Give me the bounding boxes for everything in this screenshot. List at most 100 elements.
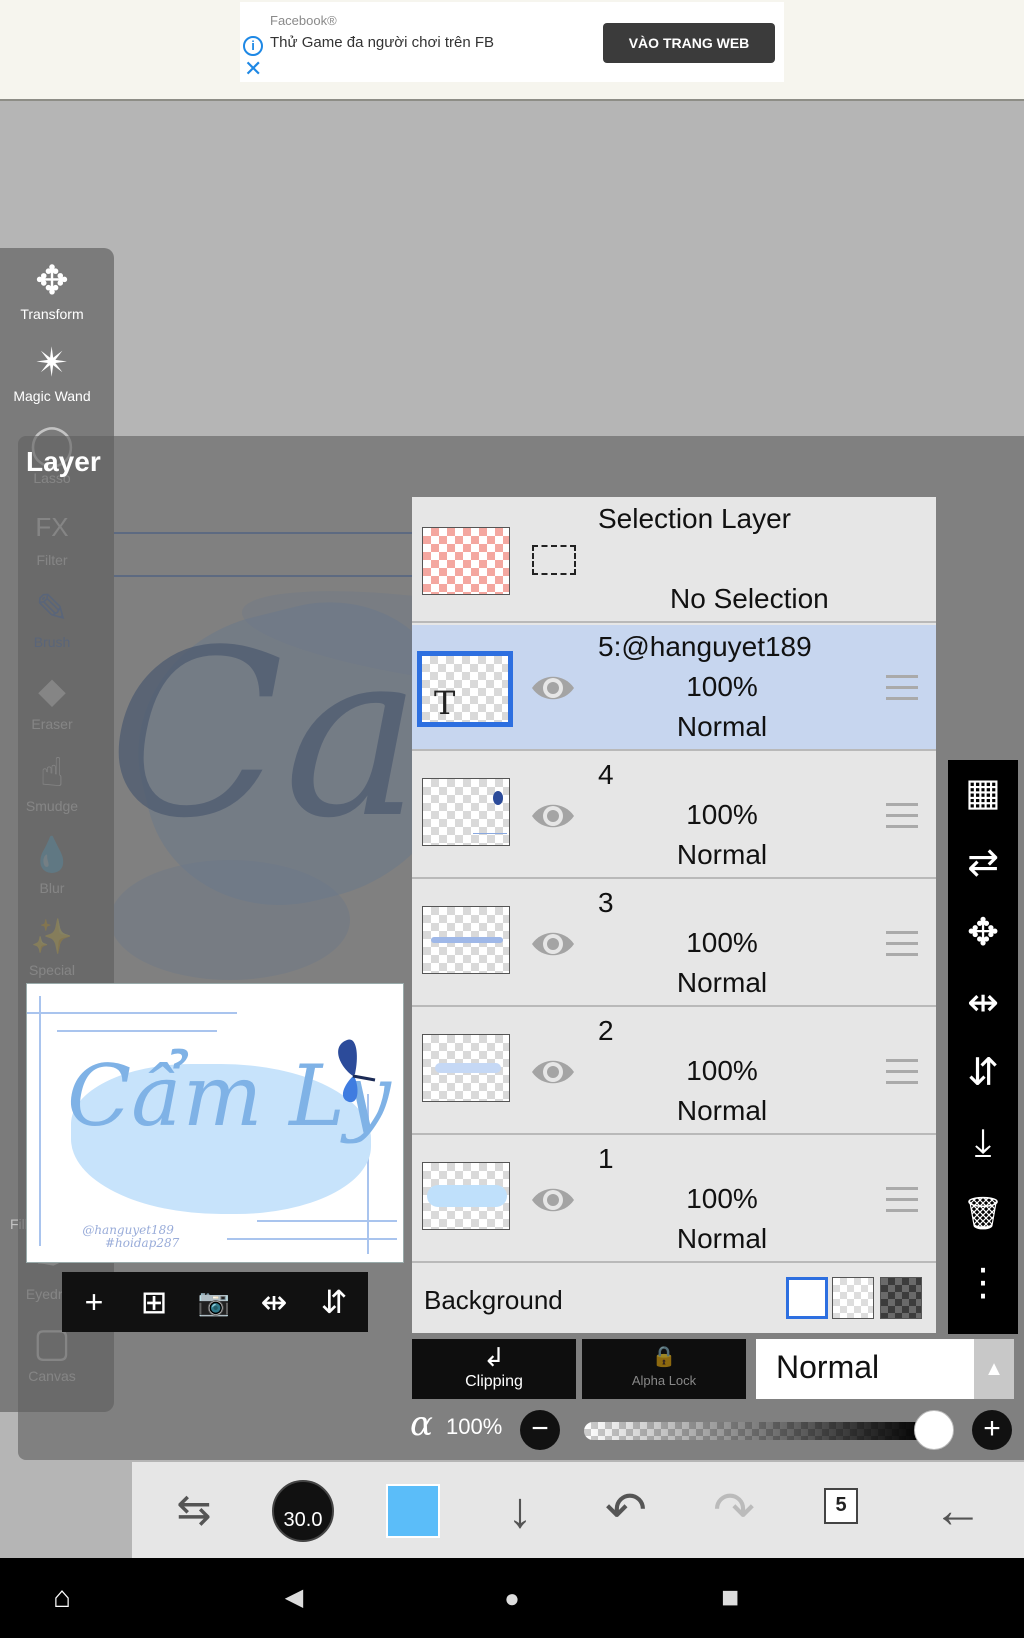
opacity-slider[interactable] bbox=[584, 1422, 928, 1440]
butterfly-icon bbox=[338, 1039, 376, 1103]
undo-button[interactable]: ↶ bbox=[580, 1462, 672, 1558]
down-button[interactable]: ↓ bbox=[474, 1462, 566, 1558]
delete-layer-button[interactable]: 🗑 bbox=[948, 1180, 1018, 1246]
add-folder-button[interactable]: ⊞ bbox=[124, 1272, 184, 1332]
layer-name: 2 bbox=[598, 1015, 614, 1046]
app-root: i ✕ Facebook® Thử Game đa người chơi trê… bbox=[0, 0, 1024, 1638]
redo-icon: ↷ bbox=[713, 1482, 755, 1538]
tool-transform[interactable]: ✥ Transform bbox=[0, 258, 104, 322]
ad-banner[interactable]: i ✕ Facebook® Thử Game đa người chơi trê… bbox=[240, 2, 784, 82]
swap-layer-button[interactable]: ⇄ bbox=[948, 830, 1018, 896]
back-button[interactable]: ← bbox=[912, 1462, 1004, 1558]
preview-frame-line bbox=[27, 1012, 237, 1014]
layer-thumbnail bbox=[422, 1034, 510, 1102]
preview-frame-line bbox=[257, 1220, 397, 1222]
layer-name: 4 bbox=[598, 759, 614, 790]
thumb-text-mark bbox=[431, 937, 503, 943]
bg-checker-swatch[interactable] bbox=[832, 1277, 874, 1319]
layer-thumbnail bbox=[422, 778, 510, 846]
layer-opacity: 100% bbox=[686, 927, 758, 958]
selection-thumbnail bbox=[422, 527, 510, 595]
arrow-left-icon: ← bbox=[933, 1482, 983, 1538]
flip-h-button[interactable]: ⇹ bbox=[244, 1272, 304, 1332]
tool-label: Transform bbox=[20, 306, 84, 322]
flip-h-layer-button[interactable]: ⇹ bbox=[948, 970, 1018, 1036]
drag-handle-icon[interactable] bbox=[886, 1059, 918, 1085]
layer-panel-title: Layer bbox=[26, 446, 101, 477]
tool-magic-wand[interactable]: ✴ Magic Wand bbox=[0, 340, 104, 404]
layer-blend-mode: Normal bbox=[676, 711, 768, 742]
layer-blend-mode: Normal bbox=[676, 967, 768, 998]
drag-handle-icon[interactable] bbox=[886, 803, 918, 829]
layer-name: 5:@hanguyet189 bbox=[598, 631, 812, 662]
nav-home-button[interactable]: ● bbox=[472, 1558, 552, 1638]
undo-icon: ↶ bbox=[605, 1482, 647, 1538]
drag-handle-icon[interactable] bbox=[886, 675, 918, 701]
alpha-value: 100% bbox=[446, 1414, 503, 1439]
layer-row[interactable]: 4 100% Normal bbox=[412, 753, 936, 879]
flip-v-button[interactable]: ⇵ bbox=[304, 1272, 364, 1332]
close-icon[interactable]: ✕ bbox=[244, 58, 262, 80]
eye-icon[interactable] bbox=[530, 1049, 576, 1095]
layer-thumbnail bbox=[422, 906, 510, 974]
flip-v-layer-button[interactable]: ⇵ bbox=[948, 1040, 1018, 1106]
eye-icon[interactable] bbox=[530, 921, 576, 967]
drag-handle-icon[interactable] bbox=[886, 931, 918, 957]
redo-button[interactable]: ↷ bbox=[688, 1462, 780, 1558]
alpha-symbol: α bbox=[410, 1404, 433, 1444]
swap-layers-icon: ⇄ bbox=[967, 842, 999, 884]
selection-layer-row[interactable]: Selection Layer No Selection bbox=[412, 497, 936, 623]
eye-icon[interactable] bbox=[530, 1177, 576, 1223]
merge-down-button[interactable]: ⤓ bbox=[948, 1110, 1018, 1176]
canvas-preview[interactable]: Cẩm Ly @hanguyet189 #hoidap287 bbox=[26, 983, 404, 1263]
triangle-back-icon: ◀ bbox=[284, 1584, 304, 1611]
layer-row[interactable]: 2 100% Normal bbox=[412, 1009, 936, 1135]
layer-opacity: 100% bbox=[686, 1183, 758, 1214]
move-layer-button[interactable]: ✥ bbox=[948, 900, 1018, 966]
preview-frame-line bbox=[57, 1030, 217, 1032]
ad-headline: Thử Game đa người chơi trên FB bbox=[270, 34, 495, 51]
selection-layer-name: Selection Layer bbox=[598, 503, 792, 534]
opacity-slider-handle[interactable] bbox=[914, 1410, 954, 1450]
layer-row[interactable]: T 5:@hanguyet189 100% Normal bbox=[412, 625, 936, 751]
layer-row[interactable]: 1 100% Normal bbox=[412, 1137, 936, 1263]
opacity-plus-button[interactable]: + bbox=[972, 1410, 1012, 1450]
text-layer-icon: T bbox=[434, 684, 456, 722]
tool-switch-button[interactable]: ⇆ bbox=[148, 1462, 240, 1558]
nav-recents-button[interactable]: ■ bbox=[690, 1558, 770, 1638]
blend-mode-select[interactable]: Normal ▲ bbox=[756, 1339, 1014, 1399]
layers-button[interactable]: 5 bbox=[824, 1488, 858, 1524]
layer-row[interactable]: 3 100% Normal bbox=[412, 881, 936, 1007]
camera-button[interactable]: 📷 bbox=[184, 1272, 244, 1332]
layer-name: 3 bbox=[598, 887, 614, 918]
magic-wand-icon: ✴ bbox=[35, 341, 69, 385]
color-swatch-button[interactable] bbox=[386, 1484, 440, 1538]
alpha-lock-button[interactable]: 🔒 Alpha Lock bbox=[582, 1339, 746, 1399]
eye-icon[interactable] bbox=[530, 793, 576, 839]
clipping-label: Clipping bbox=[465, 1373, 523, 1390]
clipping-icon: ↲ bbox=[483, 1342, 505, 1372]
bg-dark-swatch[interactable] bbox=[880, 1277, 922, 1319]
bg-white-swatch[interactable] bbox=[786, 1277, 828, 1319]
clipping-button[interactable]: ↲ Clipping bbox=[412, 1339, 576, 1399]
brush-size-button[interactable]: 30.0 bbox=[272, 1480, 334, 1542]
preview-frame-line bbox=[227, 1238, 397, 1240]
arrow-down-icon: ↓ bbox=[507, 1482, 533, 1538]
alpha-lock-label: Alpha Lock bbox=[631, 1373, 697, 1388]
eye-icon[interactable] bbox=[530, 665, 576, 711]
nav-back-button[interactable]: ◀ bbox=[254, 1558, 334, 1638]
layer-thumbnail: T bbox=[417, 651, 513, 727]
blend-mode-value: Normal bbox=[776, 1349, 880, 1385]
info-icon[interactable]: i bbox=[243, 36, 263, 56]
opacity-minus-button[interactable]: − bbox=[520, 1410, 560, 1450]
lock-icon: 🔒 bbox=[651, 1346, 677, 1368]
transparency-button[interactable]: ▦ bbox=[948, 760, 1018, 826]
more-options-button[interactable]: ⋮ bbox=[948, 1250, 1018, 1316]
launcher-button[interactable]: ⌂ bbox=[22, 1558, 102, 1638]
home-app-icon: ⌂ bbox=[52, 1581, 72, 1614]
ad-cta-button[interactable]: VÀO TRANG WEB bbox=[603, 23, 775, 63]
drag-handle-icon[interactable] bbox=[886, 1187, 918, 1213]
layer-opacity: 100% bbox=[686, 671, 758, 702]
add-layer-button[interactable]: + bbox=[64, 1272, 124, 1332]
brush-eraser-switch-icon: ⇆ bbox=[176, 1486, 212, 1533]
